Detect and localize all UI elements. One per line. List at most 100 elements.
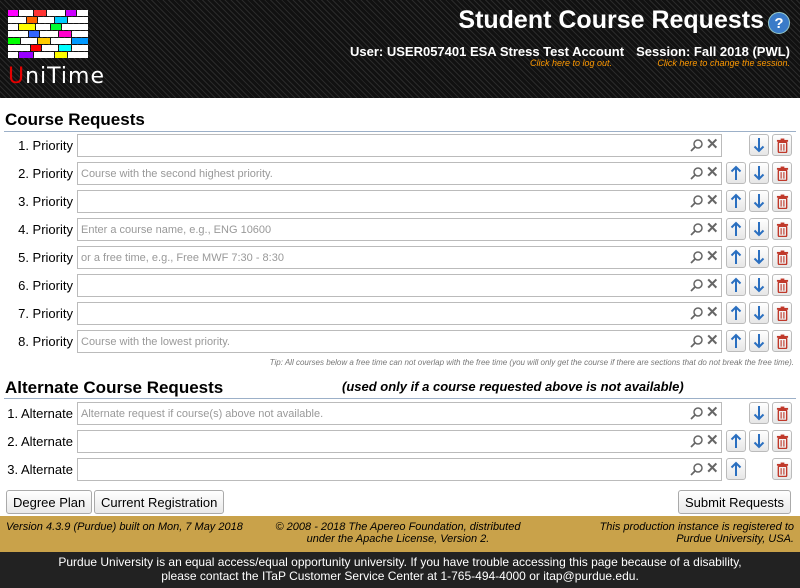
- alternate-course-input[interactable]: [77, 458, 722, 481]
- delete-button[interactable]: [772, 246, 792, 268]
- move-down-button[interactable]: [749, 218, 769, 240]
- trash-icon: [776, 138, 789, 153]
- delete-button[interactable]: [772, 430, 792, 452]
- trash-icon: [776, 250, 789, 265]
- delete-button[interactable]: [772, 302, 792, 324]
- copyright-text[interactable]: © 2008 - 2018 The Apereo Foundation, dis…: [268, 521, 528, 545]
- priority-course-input[interactable]: [77, 274, 722, 297]
- clear-icon[interactable]: ✕: [706, 333, 719, 349]
- move-down-button[interactable]: [749, 190, 769, 212]
- move-up-button[interactable]: [726, 218, 746, 240]
- help-icon[interactable]: ?: [768, 12, 790, 34]
- search-icon[interactable]: [690, 222, 704, 236]
- move-up-button[interactable]: [726, 458, 746, 480]
- page-title: Student Course Requests: [458, 6, 764, 34]
- search-icon[interactable]: [690, 250, 704, 264]
- logout-hint[interactable]: Click here to log out.: [530, 58, 612, 68]
- priority-course-input[interactable]: [77, 134, 722, 157]
- session-info[interactable]: Session: Fall 2018 (PWL): [636, 44, 790, 59]
- search-icon[interactable]: [690, 334, 704, 348]
- move-up-button[interactable]: [726, 430, 746, 452]
- move-up-button[interactable]: [726, 246, 746, 268]
- priority-row-1: 1. Priority ✕: [0, 134, 800, 158]
- accessibility-footer: Purdue University is an equal access/equ…: [0, 552, 800, 588]
- user-info[interactable]: User: USER057401 ESA Stress Test Account: [350, 44, 624, 59]
- clear-icon[interactable]: ✕: [706, 165, 719, 181]
- move-up-button[interactable]: [726, 162, 746, 184]
- priority-course-input[interactable]: [77, 218, 722, 241]
- search-icon[interactable]: [690, 434, 704, 448]
- priority-label: 6. Priority: [18, 278, 73, 293]
- free-time-tip: Tip: All courses below a free time can n…: [269, 358, 794, 367]
- clear-icon[interactable]: ✕: [706, 221, 719, 237]
- move-down-button[interactable]: [749, 430, 769, 452]
- priority-course-input[interactable]: [77, 330, 722, 353]
- search-icon[interactable]: [690, 462, 704, 476]
- priority-row-3: 3. Priority ✕: [0, 190, 800, 214]
- priority-label: 5. Priority: [18, 250, 73, 265]
- section-divider: [4, 131, 796, 132]
- search-icon[interactable]: [690, 406, 704, 420]
- move-down-button[interactable]: [749, 246, 769, 268]
- priority-course-input[interactable]: [77, 162, 722, 185]
- alternate-requests-title: Alternate Course Requests: [5, 378, 224, 397]
- alternate-label: 1. Alternate: [7, 406, 73, 421]
- move-down-button[interactable]: [749, 162, 769, 184]
- degree-plan-button[interactable]: Degree Plan: [6, 490, 93, 514]
- trash-icon: [776, 222, 789, 237]
- trash-icon: [776, 166, 789, 181]
- move-down-button[interactable]: [749, 274, 769, 296]
- delete-button[interactable]: [772, 402, 792, 424]
- trash-icon: [776, 278, 789, 293]
- delete-button[interactable]: [772, 330, 792, 352]
- unitime-logo: [8, 10, 88, 58]
- search-icon[interactable]: [690, 194, 704, 208]
- move-up-button[interactable]: [726, 330, 746, 352]
- notice-line-2[interactable]: please contact the ITaP Customer Service…: [0, 569, 800, 583]
- delete-button[interactable]: [772, 134, 792, 156]
- delete-button[interactable]: [772, 190, 792, 212]
- move-down-button[interactable]: [749, 302, 769, 324]
- delete-button[interactable]: [772, 162, 792, 184]
- clear-icon[interactable]: ✕: [706, 461, 719, 477]
- clear-icon[interactable]: ✕: [706, 193, 719, 209]
- search-icon[interactable]: [690, 278, 704, 292]
- search-icon[interactable]: [690, 166, 704, 180]
- move-down-button[interactable]: [749, 330, 769, 352]
- delete-button[interactable]: [772, 458, 792, 480]
- move-up-button[interactable]: [726, 190, 746, 212]
- clear-icon[interactable]: ✕: [706, 137, 719, 153]
- current-registration-button[interactable]: Current Registration: [94, 490, 225, 514]
- priority-label: 2. Priority: [18, 166, 73, 181]
- alternate-course-input[interactable]: [77, 430, 722, 453]
- clear-icon[interactable]: ✕: [706, 405, 719, 421]
- clear-icon[interactable]: ✕: [706, 433, 719, 449]
- clear-icon[interactable]: ✕: [706, 277, 719, 293]
- trash-icon: [776, 462, 789, 477]
- priority-course-input[interactable]: [77, 246, 722, 269]
- alternate-label: 3. Alternate: [7, 462, 73, 477]
- alternate-row-3: 3. Alternate ✕: [0, 458, 800, 482]
- alternate-note: (used only if a course requested above i…: [342, 379, 684, 394]
- priority-row-4: 4. Priority ✕: [0, 218, 800, 242]
- move-down-button[interactable]: [749, 134, 769, 156]
- delete-button[interactable]: [772, 218, 792, 240]
- search-icon[interactable]: [690, 138, 704, 152]
- move-down-button[interactable]: [749, 402, 769, 424]
- clear-icon[interactable]: ✕: [706, 249, 719, 265]
- submit-requests-button[interactable]: Submit Requests: [678, 490, 791, 514]
- instance-text: This production instance is registered t…: [599, 521, 794, 545]
- priority-course-input[interactable]: [77, 302, 722, 325]
- priority-label: 3. Priority: [18, 194, 73, 209]
- clear-icon[interactable]: ✕: [706, 305, 719, 321]
- priority-course-input[interactable]: [77, 190, 722, 213]
- search-icon[interactable]: [690, 306, 704, 320]
- session-hint[interactable]: Click here to change the session.: [657, 58, 790, 68]
- unitime-wordmark: UniTime: [8, 64, 105, 89]
- move-up-button[interactable]: [726, 302, 746, 324]
- delete-button[interactable]: [772, 274, 792, 296]
- alternate-course-input[interactable]: [77, 402, 722, 425]
- move-up-button[interactable]: [726, 274, 746, 296]
- priority-label: 8. Priority: [18, 334, 73, 349]
- wordmark-u: U: [8, 64, 26, 89]
